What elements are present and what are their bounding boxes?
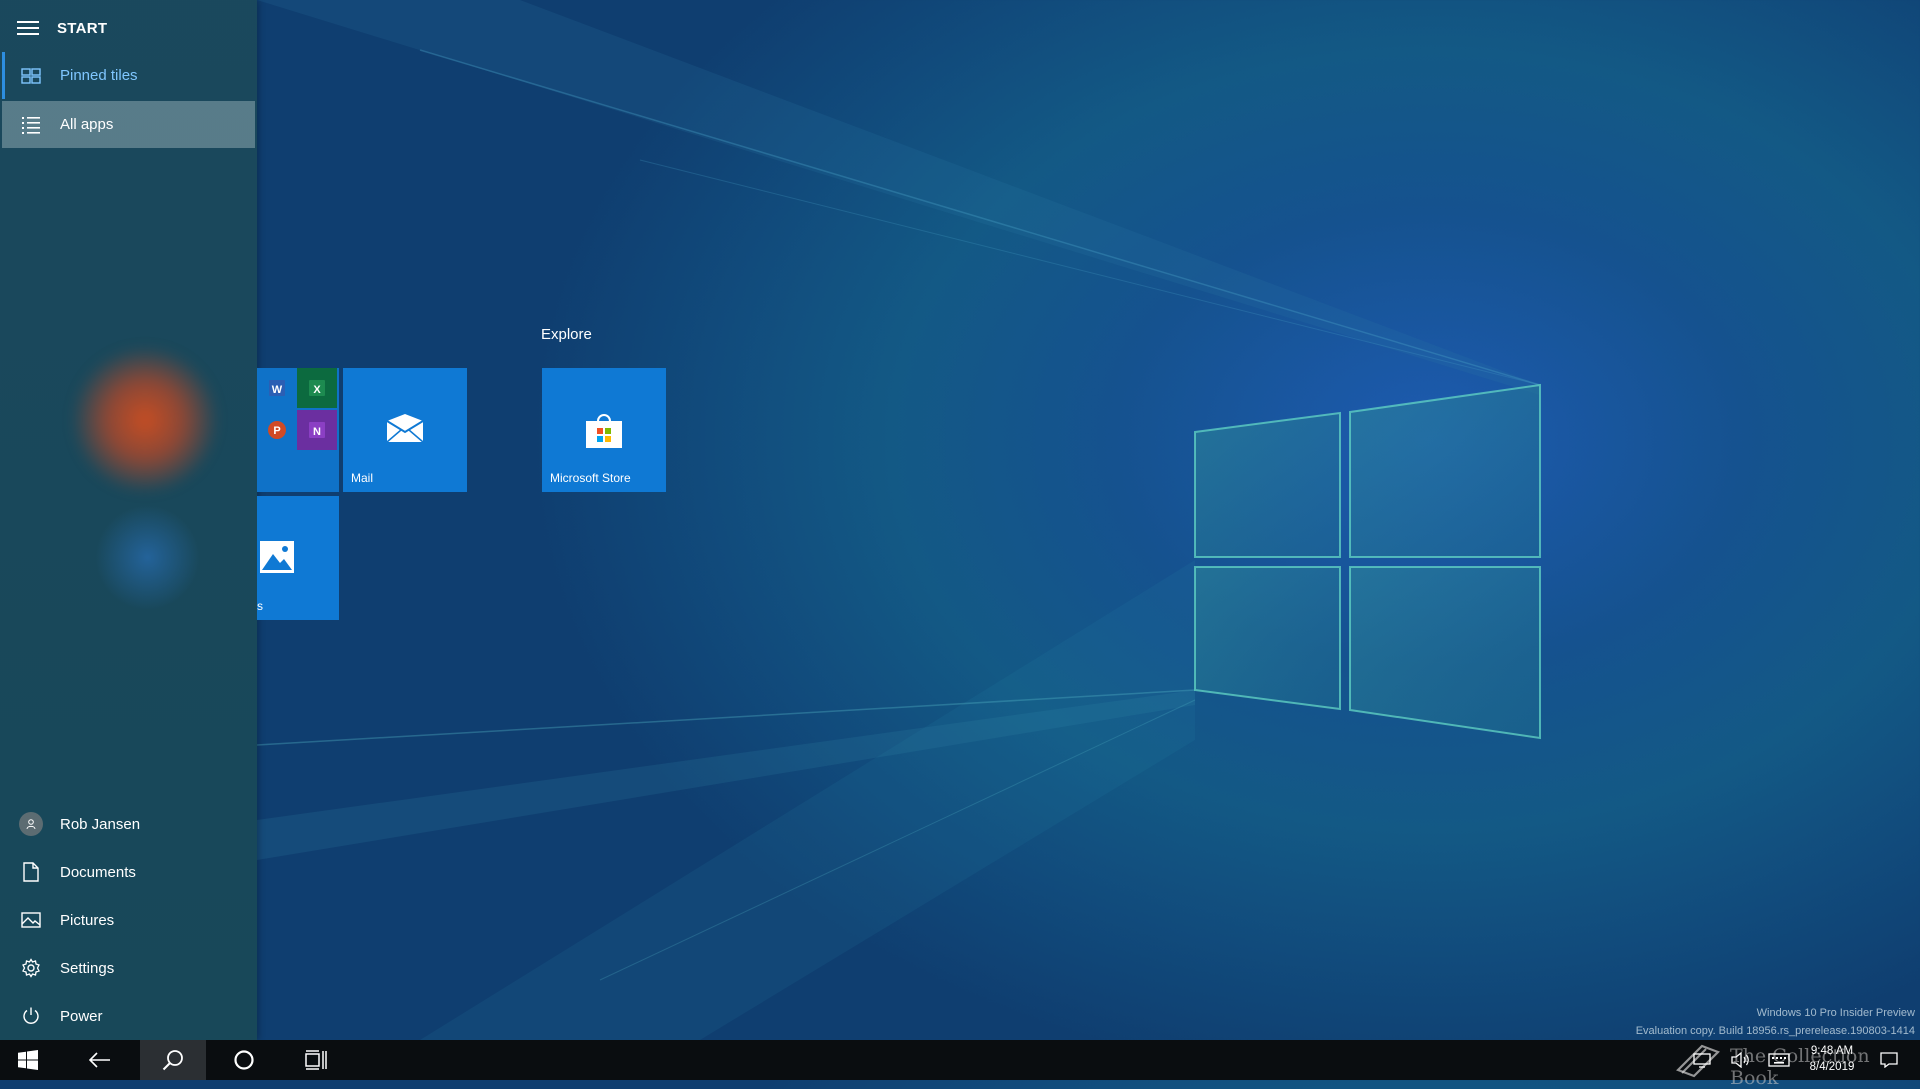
- avatar: [19, 812, 43, 836]
- hamburger-menu-icon[interactable]: [17, 21, 39, 35]
- microsoft-store-tile[interactable]: Microsoft Store: [542, 368, 666, 492]
- start-menu-panel: START Pinned tiles All apps Rob Jansen D…: [0, 0, 257, 1040]
- network-icon[interactable]: [1688, 1040, 1716, 1080]
- start-title: START: [57, 19, 108, 37]
- nav-all-apps[interactable]: All apps: [2, 101, 255, 148]
- store-bag-icon: [584, 410, 624, 455]
- excel-icon: X: [297, 368, 337, 408]
- clock-date: 8/4/2019: [1809, 1061, 1855, 1073]
- build-watermark-line1: Windows 10 Pro Insider Preview: [1756, 1007, 1915, 1019]
- back-button[interactable]: [68, 1040, 132, 1080]
- svg-text:X: X: [313, 384, 321, 396]
- power-button[interactable]: Power: [2, 993, 255, 1039]
- gear-icon: [18, 955, 44, 981]
- taskbar: The Collection Book 9:48 AM 8/4/2019: [0, 1040, 1920, 1089]
- documents-button[interactable]: Documents: [2, 849, 255, 895]
- tiles-icon: [18, 63, 44, 89]
- background-blur-orb: [95, 505, 200, 610]
- start-header: START: [0, 8, 257, 48]
- user-account-button[interactable]: Rob Jansen: [2, 801, 255, 847]
- volume-icon[interactable]: [1726, 1040, 1754, 1080]
- photos-tile[interactable]: s: [257, 496, 339, 620]
- background-blur-orb: [70, 345, 220, 495]
- svg-text:P: P: [273, 425, 280, 437]
- document-icon: [18, 859, 44, 885]
- picture-icon: [18, 907, 44, 933]
- word-icon: W: [257, 368, 297, 408]
- office-folder-tile[interactable]: W X P N: [257, 368, 339, 492]
- mail-icon: [385, 413, 425, 448]
- windows-logo-icon: [18, 1050, 38, 1070]
- documents-label: Documents: [60, 863, 136, 881]
- mail-tile[interactable]: Mail: [343, 368, 467, 492]
- mail-tile-label: Mail: [351, 471, 374, 485]
- powerpoint-icon: P: [257, 410, 297, 450]
- onenote-icon: N: [297, 410, 337, 450]
- photos-icon: [259, 540, 295, 579]
- clock-time: 9:48 AM: [1810, 1045, 1854, 1057]
- task-view-icon: [305, 1050, 327, 1070]
- power-icon: [18, 1003, 44, 1029]
- keyboard-icon[interactable]: [1764, 1040, 1794, 1080]
- build-watermark-line2: Evaluation copy. Build 18956.rs_prerelea…: [1635, 1025, 1915, 1037]
- nav-pinned-tiles[interactable]: Pinned tiles: [2, 52, 255, 99]
- list-icon: [18, 112, 44, 138]
- back-arrow-icon: [89, 1052, 110, 1068]
- start-button[interactable]: [0, 1040, 56, 1080]
- search-button[interactable]: [140, 1040, 206, 1080]
- notification-center-icon[interactable]: [1872, 1040, 1906, 1080]
- cortana-circle-icon: [234, 1050, 254, 1070]
- svg-text:W: W: [272, 384, 283, 396]
- taskbar-clock[interactable]: 9:48 AM 8/4/2019: [1798, 1043, 1866, 1075]
- task-view-button[interactable]: [284, 1040, 348, 1080]
- search-icon: [162, 1050, 183, 1071]
- settings-button[interactable]: Settings: [2, 945, 255, 991]
- tile-group-explore-label: Explore: [541, 326, 592, 343]
- user-name: Rob Jansen: [60, 815, 141, 833]
- nav-all-apps-label: All apps: [60, 116, 114, 133]
- cortana-button[interactable]: [212, 1040, 276, 1080]
- svg-text:N: N: [313, 426, 321, 438]
- pictures-button[interactable]: Pictures: [2, 897, 255, 943]
- power-label: Power: [60, 1007, 103, 1025]
- pictures-label: Pictures: [60, 911, 115, 929]
- photos-tile-label: s: [257, 599, 263, 613]
- settings-label: Settings: [60, 959, 115, 977]
- nav-pinned-tiles-label: Pinned tiles: [60, 67, 138, 84]
- microsoft-store-tile-label: Microsoft Store: [550, 471, 631, 485]
